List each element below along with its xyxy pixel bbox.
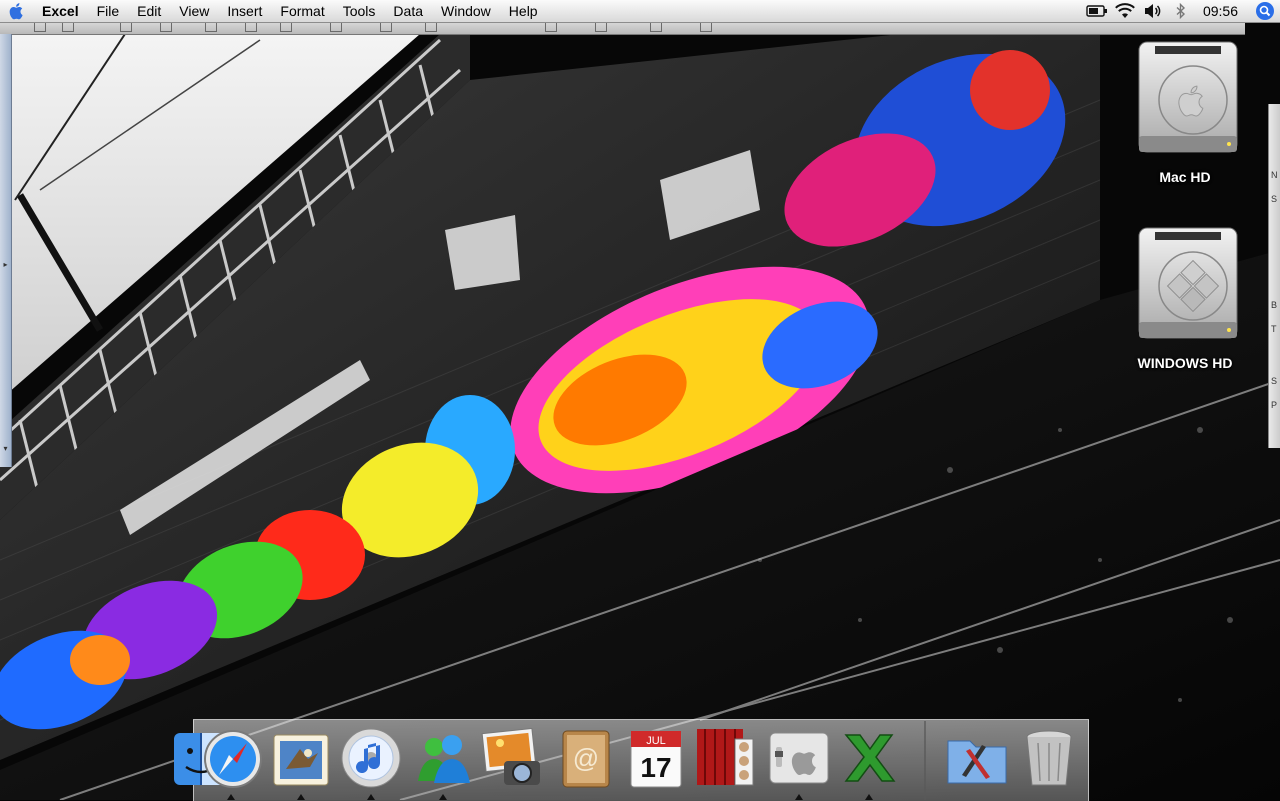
msn-messenger-icon bbox=[418, 735, 470, 783]
hard-drive-windows-icon bbox=[1138, 227, 1238, 339]
menu-data[interactable]: Data bbox=[384, 0, 432, 22]
excel-icon bbox=[844, 734, 896, 782]
spotlight-icon[interactable] bbox=[1250, 0, 1280, 22]
itunes-icon bbox=[341, 728, 401, 788]
dock-mail[interactable] bbox=[268, 725, 334, 791]
dock-photo-booth[interactable] bbox=[693, 725, 759, 791]
hard-drive-apple-icon bbox=[1138, 41, 1238, 153]
side-panel-letter: T bbox=[1271, 324, 1277, 334]
menu-file[interactable]: File bbox=[88, 0, 129, 22]
iphoto-icon bbox=[481, 727, 540, 785]
side-panel-letter: N bbox=[1271, 170, 1278, 180]
running-indicator bbox=[439, 794, 447, 800]
address-book-icon: @ bbox=[562, 730, 610, 788]
menu-app-excel[interactable]: Excel bbox=[34, 0, 88, 22]
side-panel-letter: S bbox=[1271, 376, 1278, 386]
menu-insert[interactable]: Insert bbox=[218, 0, 271, 22]
trash-icon bbox=[1026, 730, 1072, 786]
volume-label: WINDOWS HD bbox=[1137, 355, 1233, 371]
menu-extras: 09:56 bbox=[1083, 0, 1280, 22]
side-panel-letter: B bbox=[1271, 300, 1278, 310]
side-panel-letter: P bbox=[1271, 400, 1278, 410]
mail-icon bbox=[273, 734, 329, 786]
ical-month: JUL bbox=[646, 735, 666, 747]
menu-help[interactable]: Help bbox=[500, 0, 547, 22]
side-panel-letter: S bbox=[1271, 194, 1278, 204]
excel-toolbar-edge bbox=[0, 22, 1245, 35]
menu-bar: Excel File Edit View Insert Format Tools… bbox=[0, 0, 1280, 23]
apple-menu-icon[interactable] bbox=[0, 0, 34, 22]
volume-icon[interactable] bbox=[1139, 0, 1167, 22]
dock-system-preferences[interactable] bbox=[766, 725, 832, 791]
system-preferences-icon bbox=[769, 732, 829, 784]
menu-window[interactable]: Window bbox=[432, 0, 500, 22]
bluetooth-icon[interactable] bbox=[1167, 0, 1195, 22]
running-indicator bbox=[795, 794, 803, 800]
ical-icon: JUL 17 bbox=[630, 730, 682, 788]
menu-tools[interactable]: Tools bbox=[334, 0, 385, 22]
volume-label: Mac HD bbox=[1159, 169, 1211, 185]
desktop-wallpaper bbox=[0, 0, 1280, 800]
menu-format[interactable]: Format bbox=[271, 0, 333, 22]
dock-applications-folder[interactable] bbox=[944, 725, 1010, 791]
menu-edit[interactable]: Edit bbox=[128, 0, 170, 22]
dock-safari[interactable] bbox=[200, 725, 266, 791]
scroll-arrow-icon[interactable]: ▸ bbox=[1, 260, 10, 269]
photo-booth-icon bbox=[697, 729, 754, 786]
menu-clock[interactable]: 09:56 bbox=[1195, 0, 1250, 22]
excel-window-scrollbar[interactable]: ▸ ▾ bbox=[0, 34, 12, 467]
menu-view[interactable]: View bbox=[170, 0, 218, 22]
dock-separator bbox=[924, 721, 926, 800]
volume-mac-hd[interactable]: Mac HD bbox=[1115, 36, 1255, 185]
running-indicator bbox=[865, 794, 873, 800]
running-indicator bbox=[367, 794, 375, 800]
dock-msn-messenger[interactable] bbox=[410, 725, 476, 791]
running-indicator bbox=[227, 794, 235, 800]
running-indicator bbox=[297, 794, 305, 800]
wifi-icon[interactable] bbox=[1111, 0, 1139, 22]
dock-itunes[interactable] bbox=[338, 725, 404, 791]
applications-folder-icon bbox=[947, 740, 1007, 784]
volume-windows-hd[interactable]: WINDOWS HD bbox=[1115, 222, 1255, 371]
dock-address-book[interactable]: @ bbox=[553, 725, 619, 791]
svg-text:@: @ bbox=[573, 743, 599, 773]
dock-ical[interactable]: JUL 17 bbox=[623, 725, 689, 791]
dock-iphoto[interactable] bbox=[480, 725, 546, 791]
safari-icon bbox=[204, 730, 262, 788]
battery-icon[interactable] bbox=[1083, 0, 1111, 22]
excel-side-panel[interactable]: N S B T S P bbox=[1268, 104, 1280, 448]
scroll-arrow-icon[interactable]: ▾ bbox=[1, 444, 10, 453]
ical-day: 17 bbox=[640, 752, 671, 783]
dock-excel[interactable] bbox=[836, 725, 902, 791]
dock-trash[interactable] bbox=[1016, 725, 1082, 791]
